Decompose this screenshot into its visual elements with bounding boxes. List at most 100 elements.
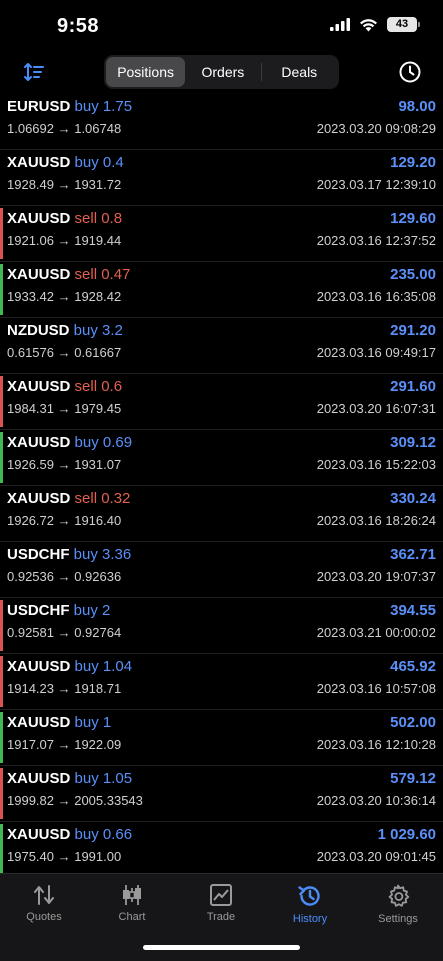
deal-symbol-line: XAUUSD sell 0.32 <box>7 490 130 507</box>
deal-symbol-line: EURUSD buy 1.75 <box>7 98 132 115</box>
deal-volume: 0.6 <box>101 378 123 395</box>
tab-label: Settings <box>378 913 418 925</box>
sort-icon[interactable] <box>22 60 46 84</box>
deal-symbol: XAUUSD <box>7 210 71 227</box>
deal-prices: 1921.06 → 1919.44 <box>7 233 122 248</box>
deal-symbol-line: XAUUSD sell 0.47 <box>7 266 130 283</box>
deal-volume: 3.36 <box>102 546 132 563</box>
deal-side: sell <box>74 210 98 227</box>
toolbar: Positions Orders Deals <box>0 55 443 91</box>
deal-symbol: XAUUSD <box>7 378 71 395</box>
deal-row[interactable]: XAUUSD buy 0.69 1926.59 → 1931.07 309.12 20… <box>0 430 443 486</box>
deal-profit: 362.71 <box>390 546 436 563</box>
deal-row[interactable]: NZDUSD buy 3.2 0.61576 → 0.61667 291.20 202… <box>0 318 443 374</box>
deal-time: 2023.03.16 09:49:17 <box>316 345 436 360</box>
deal-volume: 1 <box>102 714 112 731</box>
deal-profit: 579.12 <box>390 770 436 787</box>
deal-symbol: XAUUSD <box>7 154 71 171</box>
deal-prices: 1999.82 → 2005.33543 <box>7 793 143 808</box>
deal-prices: 0.92536 → 0.92636 <box>7 569 122 584</box>
deal-volume: 3.2 <box>102 322 123 339</box>
deal-row[interactable]: USDCHF buy 2 0.92581 → 0.92764 394.55 2023.… <box>0 598 443 654</box>
tab-trade[interactable]: Trade <box>177 880 265 923</box>
deal-symbol-line: USDCHF buy 2 <box>7 602 110 619</box>
deal-side: buy <box>74 154 99 171</box>
deal-status-marker <box>0 96 3 147</box>
wifi-icon <box>360 18 377 31</box>
tab-label: Trade <box>206 911 236 923</box>
deal-profit: 465.92 <box>390 658 436 675</box>
clock-icon[interactable] <box>398 60 422 84</box>
deal-symbol: XAUUSD <box>7 266 71 283</box>
deal-side: buy <box>73 546 98 563</box>
deal-time: 2023.03.20 09:01:45 <box>316 849 436 864</box>
deal-symbol: XAUUSD <box>7 770 71 787</box>
deal-row[interactable]: EURUSD buy 1.75 1.06692 → 1.06748 98.00 202… <box>0 94 443 150</box>
deal-symbol-line: XAUUSD buy 0.69 <box>7 434 132 451</box>
deal-symbol-line: XAUUSD buy 1 <box>7 714 111 731</box>
tab-settings[interactable]: Settings <box>354 880 442 925</box>
segmented-control: Positions Orders Deals <box>104 55 339 89</box>
status-bar: 9:58 43 <box>0 0 443 50</box>
deal-profit: 1 029.60 <box>377 826 436 843</box>
battery-icon: 43 <box>387 17 420 32</box>
deal-side: buy <box>74 434 99 451</box>
deal-profit: 291.20 <box>390 322 436 339</box>
deal-profit: 394.55 <box>390 602 436 619</box>
deal-symbol: USDCHF <box>7 602 70 619</box>
deal-prices: 1.06692 → 1.06748 <box>7 121 122 136</box>
deal-side: buy <box>73 602 98 619</box>
deal-row[interactable]: XAUUSD buy 1.04 1914.23 → 1918.71 465.92 20… <box>0 654 443 710</box>
status-icons: 43 <box>330 17 420 32</box>
deal-volume: 0.47 <box>101 266 131 283</box>
deal-side: buy <box>74 770 99 787</box>
deal-prices: 0.61576 → 0.61667 <box>7 345 122 360</box>
deal-time: 2023.03.16 10:57:08 <box>316 681 436 696</box>
deal-volume: 0.69 <box>102 434 133 451</box>
deal-row[interactable]: XAUUSD buy 1 1917.07 → 1922.09 502.00 2023.… <box>0 710 443 766</box>
deal-row[interactable]: USDCHF buy 3.36 0.92536 → 0.92636 362.71 20… <box>0 542 443 598</box>
tab-chart[interactable]: Chart <box>88 880 176 923</box>
deal-prices: 1975.40 → 1991.00 <box>7 849 122 864</box>
tab-deals[interactable]: Deals <box>262 57 337 87</box>
deal-time: 2023.03.21 00:00:02 <box>316 625 436 640</box>
deal-row[interactable]: XAUUSD buy 0.4 1928.49 → 1931.72 129.20 202… <box>0 150 443 206</box>
deal-volume: 1.75 <box>102 98 133 115</box>
deal-time: 2023.03.16 15:22:03 <box>316 457 436 472</box>
deal-row[interactable]: XAUUSD sell 0.8 1921.06 → 1919.44 129.60 20… <box>0 206 443 262</box>
deal-side: buy <box>74 658 99 675</box>
deal-row[interactable]: XAUUSD sell 0.32 1926.72 → 1916.40 330.24 2… <box>0 486 443 542</box>
deal-symbol-line: XAUUSD buy 0.66 <box>7 826 132 843</box>
status-time: 9:58 <box>57 15 100 37</box>
deal-status-marker <box>0 320 3 371</box>
deal-symbol-line: XAUUSD buy 1.05 <box>7 770 132 787</box>
deal-volume: 0.32 <box>101 490 131 507</box>
deal-status-marker <box>0 656 3 707</box>
history-clock-icon <box>298 886 320 906</box>
deal-status-marker <box>0 824 3 875</box>
deal-prices: 1984.31 → 1979.45 <box>7 401 122 416</box>
deal-symbol-line: XAUUSD sell 0.6 <box>7 378 122 395</box>
deal-row[interactable]: XAUUSD buy 0.66 1975.40 → 1991.00 1 029.60… <box>0 822 443 878</box>
deal-profit: 98.00 <box>398 98 436 115</box>
trade-chart-icon <box>210 884 232 906</box>
deal-volume: 0.8 <box>101 210 123 227</box>
deal-symbol: USDCHF <box>7 546 70 563</box>
deal-volume: 1.05 <box>102 770 133 787</box>
deal-status-marker <box>0 432 3 483</box>
tab-orders[interactable]: Orders <box>185 57 260 87</box>
deal-row[interactable]: XAUUSD buy 1.05 1999.82 → 2005.33543 579.1… <box>0 766 443 822</box>
deal-volume: 0.4 <box>102 154 124 171</box>
cellular-signal-icon <box>330 18 350 31</box>
deal-row[interactable]: XAUUSD sell 0.47 1933.42 → 1928.42 235.00 2… <box>0 262 443 318</box>
deal-status-marker <box>0 712 3 763</box>
deal-symbol-line: NZDUSD buy 3.2 <box>7 322 123 339</box>
tab-history[interactable]: History <box>266 880 354 925</box>
deal-symbol: EURUSD <box>7 98 71 115</box>
deal-side: buy <box>74 826 99 843</box>
tab-positions[interactable]: Positions <box>106 57 186 87</box>
deal-time: 2023.03.16 12:37:52 <box>316 233 436 248</box>
deal-row[interactable]: XAUUSD sell 0.6 1984.31 → 1979.45 291.60 20… <box>0 374 443 430</box>
deal-symbol: XAUUSD <box>7 826 71 843</box>
tab-quotes[interactable]: Quotes <box>0 880 88 923</box>
